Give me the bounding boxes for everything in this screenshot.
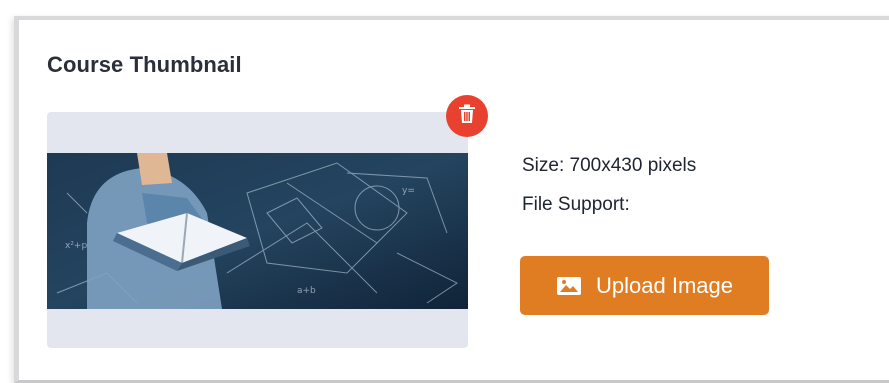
image-icon xyxy=(556,276,582,296)
svg-text:x²+p: x²+p xyxy=(65,241,87,251)
page: Course Thumbnail x²+p y= a+b Size: 700x4… xyxy=(0,0,889,383)
delete-thumbnail-button[interactable] xyxy=(446,95,488,137)
section-title: Course Thumbnail xyxy=(47,52,242,77)
svg-text:y=: y= xyxy=(402,186,415,196)
trash-icon xyxy=(458,104,476,129)
thumbnail-image: x²+p y= a+b xyxy=(47,153,468,309)
svg-text:a+b: a+b xyxy=(297,286,316,296)
file-support-info: File Support: xyxy=(522,194,630,215)
upload-image-button[interactable]: Upload Image xyxy=(520,256,769,315)
size-info: Size: 700x430 pixels xyxy=(522,155,697,176)
upload-button-label: Upload Image xyxy=(596,272,733,298)
